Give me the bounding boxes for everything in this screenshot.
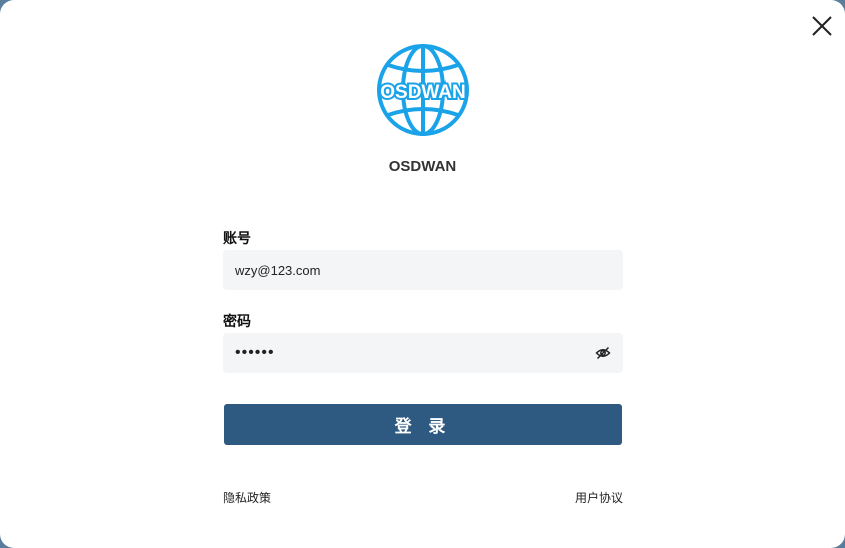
app-title: OSDWAN <box>388 158 457 175</box>
close-button[interactable] <box>808 12 836 40</box>
password-label: 密码 <box>223 313 251 329</box>
globe-icon: OSDWAN <box>377 44 469 136</box>
eye-off-icon <box>595 346 611 360</box>
privacy-policy-link[interactable]: 隐私政策 <box>223 489 271 506</box>
login-window: OSDWAN OSDWAN 账号 密码 登 录 隐私政策 用户协议 <box>0 0 845 548</box>
close-icon <box>812 16 832 36</box>
password-input[interactable] <box>235 333 585 373</box>
logo-text: OSDWAN <box>380 82 466 103</box>
account-label: 账号 <box>223 230 251 246</box>
user-agreement-link[interactable]: 用户协议 <box>575 489 623 506</box>
login-button[interactable]: 登 录 <box>224 404 622 445</box>
password-field-container <box>223 333 623 373</box>
password-visibility-toggle[interactable] <box>595 345 611 361</box>
account-field-container <box>223 250 623 290</box>
account-input[interactable] <box>235 250 585 290</box>
